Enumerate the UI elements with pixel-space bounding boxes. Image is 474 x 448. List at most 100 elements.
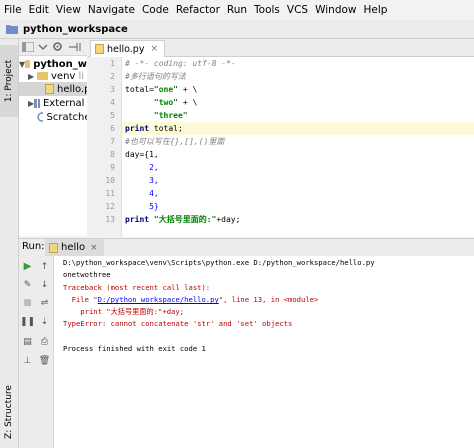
close-icon[interactable]: × [150, 44, 158, 54]
tab-project-label: 1: Project [4, 59, 15, 103]
scroll-to-end-icon[interactable]: ⇣ [39, 316, 50, 327]
line-number: 12 [105, 202, 115, 211]
tree-item-hello-py[interactable]: hello.py [19, 82, 87, 96]
tab-run-hello[interactable]: hello × [45, 239, 104, 256]
line-number: 11 [105, 189, 115, 198]
tree-item-label: External Li [42, 97, 87, 109]
project-toolbar [19, 39, 87, 56]
menu-item-tools[interactable]: Tools [250, 0, 283, 20]
collapse-panel-icon[interactable] [22, 42, 34, 52]
menu-item-navigate[interactable]: Navigate [84, 0, 138, 20]
console-line: Process finished with exit code 1 [63, 344, 206, 353]
run-label: Run: [22, 241, 45, 252]
code-line: 2, [125, 163, 159, 172]
tab-hello-py[interactable]: hello.py × [90, 40, 166, 57]
code-line: #也可以写在{},[],()里面 [125, 137, 225, 146]
menu-item-vcs[interactable]: VCS [283, 0, 311, 20]
menu-item-refactor[interactable]: Refactor [172, 0, 223, 20]
wrench-icon[interactable]: ✎ [22, 279, 33, 290]
line-number-gutter: 1 2 3 4 5 6 7 8 9 10 11 12 13 [88, 57, 122, 237]
folder-icon [37, 72, 48, 80]
library-icon [34, 98, 40, 108]
navigation-bar: python_workspace [0, 20, 474, 39]
arrow-up-icon[interactable]: ↑ [39, 261, 50, 272]
pin-icon[interactable]: ⊥ [22, 355, 33, 366]
stop-icon[interactable]: ■ [22, 297, 33, 308]
line-number: 1 [110, 59, 115, 68]
console-error-line: Traceback (most recent call last): [63, 283, 211, 292]
tree-item-venv[interactable]: ▶ venv li [19, 69, 87, 83]
layout-icon[interactable]: ▤ [22, 336, 33, 347]
hide-panel-icon[interactable] [69, 42, 81, 52]
code-line: total="one" + \ [125, 85, 198, 94]
line-number: 9 [110, 163, 115, 172]
folder-icon [6, 25, 18, 34]
folder-icon [25, 60, 31, 68]
soft-wrap-icon[interactable]: ⇌ [39, 297, 50, 308]
code-line: "three" [153, 111, 188, 120]
menu-bar: File Edit View Navigate Code Refactor Run Tools… [0, 0, 474, 20]
line-number: 3 [110, 85, 115, 94]
console-line: onetwothree [63, 270, 111, 279]
gear-icon[interactable] [52, 41, 63, 52]
close-icon[interactable]: × [90, 243, 98, 253]
tree-item-label: python_w [33, 58, 87, 70]
tree-item-label: Scratches a [46, 111, 87, 123]
tab-structure[interactable]: Z: Structure [0, 377, 18, 447]
menu-item-view[interactable]: View [52, 0, 84, 20]
code-line: 4, [125, 189, 159, 198]
arrow-down-icon[interactable]: ↓ [39, 279, 50, 290]
code-line: 5} [125, 202, 159, 211]
menu-item-run[interactable]: Run [223, 0, 250, 20]
console-error-line: TypeError: cannot concatenate 'str' and … [63, 319, 293, 328]
code-line: day={1, [125, 150, 159, 159]
run-panel-header: Run: hello × [19, 238, 474, 257]
menu-item-edit[interactable]: Edit [25, 0, 52, 20]
line-number: 2 [110, 72, 115, 81]
code-line-current: print total; [122, 122, 474, 135]
chevron-right-icon: ▶ [28, 71, 35, 81]
code-editor[interactable]: # -*- coding: utf-8 -*- #多行语句的写法 total="… [122, 57, 474, 237]
tree-item-scratches[interactable]: Scratches a [19, 110, 87, 124]
tree-item-label: hello.py [57, 83, 87, 95]
file-link[interactable]: D:/python_workspace/hello.py [98, 295, 219, 304]
tree-item-label: venv [51, 70, 76, 82]
tab-label: hello.py [107, 43, 145, 55]
line-number: 13 [105, 215, 115, 224]
print-icon[interactable]: ⎙ [39, 336, 50, 347]
project-tree: ▼python_w ▶venv li hello.py ▶External Li… [19, 56, 87, 236]
run-toolbar-primary: ▶ ✎ ■ ❚❚ ▤ ⊥ [19, 256, 37, 448]
line-number: 8 [110, 150, 115, 159]
menu-item-window[interactable]: Window [311, 0, 359, 20]
tree-item-external-libraries[interactable]: ▶External Li [19, 96, 87, 110]
menu-item-file[interactable]: File [0, 0, 25, 20]
console-line: D:\python_workspace\venv\Scripts\python.… [63, 258, 375, 267]
dropdown-icon[interactable] [38, 42, 48, 52]
console-error-line: File "D:/python_workspace/hello.py", lin… [63, 295, 319, 304]
menu-item-code[interactable]: Code [138, 0, 172, 20]
code-line: # -*- coding: utf-8 -*- [125, 59, 236, 68]
python-file-icon [95, 44, 104, 54]
menu-item-help[interactable]: Help [360, 0, 391, 20]
tab-project[interactable]: 1: Project [0, 45, 18, 117]
editor-tab-bar: hello.py × [88, 39, 474, 57]
line-number: 4 [110, 98, 115, 107]
code-line: #多行语句的写法 [125, 72, 186, 81]
code-line: "two" + \ [153, 98, 198, 107]
run-tab-label: hello [61, 242, 86, 253]
code-line: print "大括号里面的:"+day; [125, 215, 241, 224]
console-error-line: print "大括号里面的:"+day; [63, 307, 185, 316]
line-number: 5 [110, 111, 115, 120]
line-number: 6 [110, 124, 115, 133]
code-line: 3, [125, 176, 159, 185]
left-tool-strip: 1: Project Z: Structure [0, 39, 19, 448]
pause-icon[interactable]: ❚❚ [20, 316, 35, 327]
trash-icon[interactable]: 🗑 [39, 355, 50, 366]
run-console[interactable]: D:\python_workspace\venv\Scripts\python.… [54, 256, 474, 448]
project-title[interactable]: python_workspace [23, 24, 128, 35]
python-file-icon [49, 242, 58, 253]
rerun-icon[interactable]: ▶ [22, 261, 33, 272]
python-file-icon [45, 84, 54, 94]
run-toolbar-secondary: ↑ ↓ ⇌ ⇣ ⎙ 🗑 [36, 256, 54, 448]
line-number: 7 [110, 137, 115, 146]
